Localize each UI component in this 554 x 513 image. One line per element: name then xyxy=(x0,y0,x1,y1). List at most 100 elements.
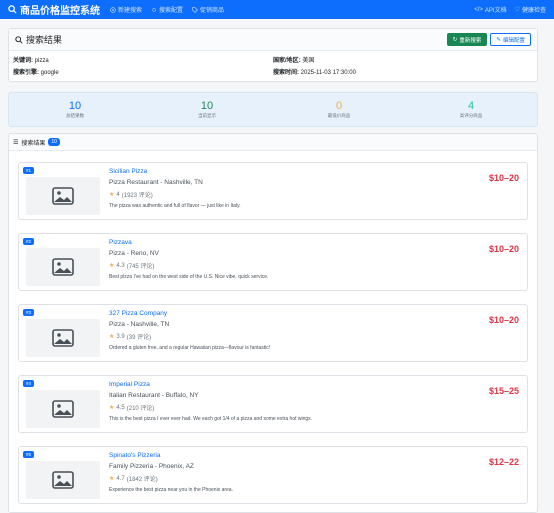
pencil-icon: ✎ xyxy=(496,36,501,43)
result-type: Pizza Restaurant - Nashville, TN xyxy=(109,179,203,186)
result-type: Family Pizzeria - Phoenix, AZ xyxy=(109,463,194,470)
result-type: Pizza - Nashville, TN xyxy=(109,321,170,328)
star-icon: ★ xyxy=(109,405,115,411)
stat-label: 当前显示 xyxy=(198,113,216,118)
time-field: 搜索时间: 2025-11-03 17:30:00 xyxy=(273,67,533,76)
result-type: Italian Restaurant - Buffalo, NY xyxy=(109,392,199,399)
stats-panel: 10 总结果数 10 当前显示 0 最低价商品 4 高评分商品 xyxy=(8,92,538,127)
result-name-link[interactable]: 327 Pizza Company xyxy=(109,310,469,317)
result-rating: ★ 3.9 (39 评论) xyxy=(109,332,469,342)
brand[interactable]: 商品价格监控系统 xyxy=(8,2,100,17)
rating-value: 4.3 xyxy=(116,262,125,269)
result-name-link[interactable]: Sicilian Pizza xyxy=(109,168,469,175)
stat-lowest: 0 最低价商品 xyxy=(273,93,405,126)
star-icon: ★ xyxy=(109,334,115,340)
stat-label: 高评分商品 xyxy=(459,113,483,118)
nav-search-config[interactable]: 搜索配置 xyxy=(151,5,183,14)
image-placeholder-icon xyxy=(26,390,100,428)
rank-badge: #4 xyxy=(23,380,35,387)
edit-config-label: 编辑配置 xyxy=(502,37,525,44)
search-card-title: 搜索结果 xyxy=(26,35,63,45)
stat-value: 0 xyxy=(335,100,343,112)
tag-icon xyxy=(192,6,198,13)
stat-value: 10 xyxy=(68,100,82,112)
country-value: 美国 xyxy=(302,58,315,64)
star-icon: ★ xyxy=(109,263,115,269)
review-count: (1923 评论) xyxy=(121,193,153,199)
result-name-link[interactable]: Spinato's Pizzeria xyxy=(109,452,469,459)
results-title: 搜索结果 xyxy=(21,140,46,147)
review-count: (745 评论) xyxy=(126,264,155,270)
results-header: ☰ 搜索结果 10 xyxy=(9,134,537,151)
search-info-card: 搜索结果 ↻ 重新搜索 ✎ 编辑配置 关键词: pizza 国家/地区: 美国 … xyxy=(8,28,538,82)
nav-promo-products-label: 促销商品 xyxy=(200,8,225,14)
stat-value: 4 xyxy=(467,100,475,112)
result-price: $10–20 xyxy=(488,244,519,254)
stat-label: 最低价商品 xyxy=(327,113,351,118)
rank-badge: #5 xyxy=(23,451,35,458)
result-item[interactable]: #1 Sicilian Pizza Pizza Restaurant - Nas… xyxy=(18,162,528,220)
result-name-link[interactable]: Imperial Pizza xyxy=(109,381,469,388)
nav-promo-products[interactable]: 促销商品 xyxy=(192,5,224,14)
nav-new-search-label: 新建搜索 xyxy=(118,8,143,14)
stat-total: 10 总结果数 xyxy=(9,93,141,126)
keyword-label: 关键词: xyxy=(13,58,33,64)
review-count: (210 评论) xyxy=(126,406,155,412)
image-placeholder-icon xyxy=(26,319,100,357)
star-icon: ★ xyxy=(109,192,115,198)
country-field: 国家/地区: 美国 xyxy=(273,55,533,64)
edit-config-button[interactable]: ✎ 编辑配置 xyxy=(490,33,531,46)
result-rating: ★ 4.3 (745 评论) xyxy=(109,261,469,271)
rank-badge: #1 xyxy=(23,167,35,174)
stat-label: 总结果数 xyxy=(66,113,84,118)
result-type: Pizza - Reno, NV xyxy=(109,250,159,257)
stat-value: 10 xyxy=(200,100,214,112)
nav-new-search[interactable]: 新建搜索 xyxy=(110,5,142,14)
country-label: 国家/地区: xyxy=(273,58,301,64)
nav-health-check[interactable]: ♡ 健康检查 xyxy=(515,5,546,14)
keyword-field: 关键词: pizza xyxy=(13,55,273,64)
keyword-value: pizza xyxy=(34,58,49,64)
brand-title: 商品价格监控系统 xyxy=(20,6,100,17)
review-count: (39 评论) xyxy=(126,335,152,341)
result-price: $10–20 xyxy=(488,173,519,183)
plus-circle-icon xyxy=(110,6,116,13)
top-navbar: 商品价格监控系统 新建搜索 搜索配置 促销商品 </> API文档 ♡ 健康检查 xyxy=(0,0,554,19)
image-placeholder-icon xyxy=(26,177,100,215)
nav-api-docs-label: API文档 xyxy=(484,8,507,14)
refresh-icon: ↻ xyxy=(452,36,458,43)
result-price: $10–20 xyxy=(488,315,519,325)
result-item[interactable]: #2 Pizzava Pizza - Reno, NV ★ 4.3 (745 评… xyxy=(18,233,528,291)
result-price: $15–25 xyxy=(488,386,519,396)
heart-icon: ♡ xyxy=(514,7,520,13)
refresh-search-label: 重新搜索 xyxy=(459,37,482,44)
result-item[interactable]: #3 327 Pizza Company Pizza - Nashville, … xyxy=(18,304,528,362)
result-price: $12–22 xyxy=(488,457,519,467)
result-rating: ★ 4.5 (210 评论) xyxy=(109,403,469,413)
result-rating: ★ 4.7 (1842 评论) xyxy=(109,474,469,484)
result-review: This is the best pizza I ever ever had. … xyxy=(109,416,313,422)
gear-icon xyxy=(152,7,156,12)
time-value: 2025-11-03 17:30:00 xyxy=(300,70,356,76)
result-item[interactable]: #4 Imperial Pizza Italian Restaurant - B… xyxy=(18,375,528,433)
result-review: Ordered a gluten free, and a regular Haw… xyxy=(109,345,271,351)
result-review: The pizza was authentic and full of flav… xyxy=(109,203,241,209)
time-label: 搜索时间: xyxy=(273,70,299,76)
nav-search-config-label: 搜索配置 xyxy=(159,8,184,14)
code-icon: </> xyxy=(474,6,483,13)
list-icon: ☰ xyxy=(13,139,19,146)
rank-badge: #3 xyxy=(23,309,35,316)
refresh-search-button[interactable]: ↻ 重新搜索 xyxy=(446,33,488,46)
engine-field: 搜索引擎: google xyxy=(13,67,273,76)
rank-badge: #2 xyxy=(23,238,35,245)
result-review: Experience the best pizza near you in th… xyxy=(109,487,233,493)
stat-high-rating: 4 高评分商品 xyxy=(405,93,537,126)
stat-shown: 10 当前显示 xyxy=(141,93,273,126)
nav-api-docs[interactable]: </> API文档 xyxy=(474,5,507,15)
rating-value: 4.5 xyxy=(116,404,125,411)
search-icon xyxy=(15,35,23,44)
result-item[interactable]: #5 Spinato's Pizzeria Family Pizzeria - … xyxy=(18,446,528,504)
result-name-link[interactable]: Pizzava xyxy=(109,239,469,246)
star-icon: ★ xyxy=(109,476,115,482)
result-review: Best pizza I've had on the west side of … xyxy=(109,274,269,280)
